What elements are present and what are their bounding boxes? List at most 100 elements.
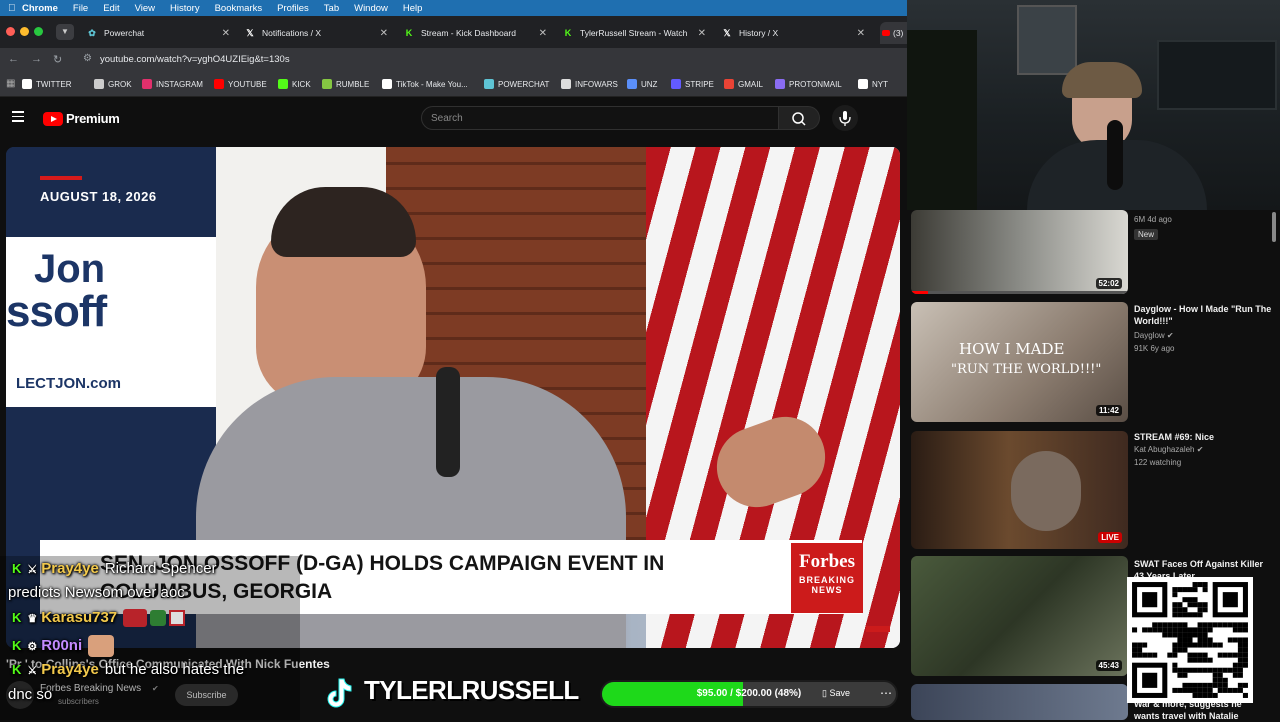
site-info-icon[interactable]: ⚙ [83,53,92,64]
tab-notifications-x[interactable]: 𝕏 Notifications / X ✕ [244,22,388,44]
youtube-brand[interactable]: Premium [66,111,120,126]
sign-text: Jon [34,247,106,291]
maximize-window-button[interactable] [34,27,43,36]
reload-icon[interactable]: ↻ [53,53,62,66]
bookmark-instagram[interactable]: INSTAGRAM [142,79,203,89]
stripe-icon [671,79,681,89]
thumbnail-text: "RUN THE WORLD!!!" [951,362,1102,377]
minimize-window-button[interactable] [20,27,29,36]
tab-powerchat[interactable]: ✿ Powerchat ✕ [86,22,230,44]
bookmark-twitter[interactable]: TWITTER [22,79,72,89]
bookmark-gmail[interactable]: GMAIL [724,79,763,89]
bookmark-label: RUMBLE [336,79,370,89]
video-thumbnail[interactable] [911,684,1128,720]
close-icon[interactable]: ✕ [539,28,547,39]
youtube-logo-icon[interactable] [43,112,63,126]
menu-profiles[interactable]: Profiles [277,3,309,14]
bookmark-label: POWERCHAT [498,79,550,89]
close-icon[interactable]: ✕ [698,28,706,39]
video-thumbnail[interactable]: HOW I MADE "RUN THE WORLD!!!" 11:42 [911,302,1128,422]
duration-badge: 11:42 [1095,405,1122,416]
bookmark-unz[interactable]: UNZ [627,79,657,89]
sign-url-text: LECTJON.com [16,375,122,392]
badge-icon: ⚙ [27,640,38,653]
video-thumbnail[interactable]: LIVE [911,431,1128,549]
bookmark-protonmail[interactable]: PROTONMAIL [775,79,842,89]
chat-text: predicts Newsom over aoc [8,584,185,601]
bookmark-stripe[interactable]: STRIPE [671,79,714,89]
kick-icon: K [12,637,22,653]
bookmark-label: TikTok - Make You... [396,79,468,89]
tab-youtube-active[interactable]: (3) [880,22,907,44]
nyt-icon [858,79,868,89]
grok-icon [94,79,104,89]
close-icon[interactable]: ✕ [380,28,388,39]
close-window-button[interactable] [6,27,15,36]
menu-history[interactable]: History [170,3,200,14]
tab-kick-dashboard[interactable]: K Stream - Kick Dashboard ✕ [403,22,547,44]
x-icon: 𝕏 [246,27,254,38]
bookmark-rumble[interactable]: RUMBLE [322,79,369,89]
chat-text: but he also hates the [104,661,245,678]
video-thumbnail[interactable]: 45:43 [911,556,1128,676]
tab-tylerrussell-stream[interactable]: K TylerRussell Stream - Watch L ✕ [562,22,706,44]
apple-icon[interactable]:  [8,3,22,14]
bookmark-label: YOUTUBE [228,79,267,89]
save-button[interactable]: ▯ Save [822,688,850,699]
thumbnail-text: HOW I MADE [959,340,1065,358]
url-field[interactable]: youtube.com/watch?v=yghO4UZIEig&t=130s [100,54,290,65]
video-thumbnail[interactable]: 52:02 [911,210,1128,294]
tab-label: History / X [739,28,779,38]
tab-label: Stream - Kick Dashboard [421,28,516,38]
bookmark-kick[interactable]: KICK [278,79,311,89]
menu-tab[interactable]: Tab [324,3,339,14]
bookmark-youtube[interactable]: YOUTUBE [214,79,267,89]
bookmark-infowars[interactable]: INFOWARS [561,79,618,89]
channel-label: Kat Abughazaleh [1134,445,1195,454]
duration-badge: 45:43 [1095,660,1122,671]
menu-chrome[interactable]: Chrome [22,3,58,14]
chat-username: Karasu737 [41,609,118,626]
chat-message: dnc so [8,686,52,703]
search-input[interactable]: Search [421,106,779,130]
x-icon: 𝕏 [723,27,731,38]
more-options-icon[interactable]: ⋯ [880,686,892,700]
menu-edit[interactable]: Edit [103,3,119,14]
back-icon[interactable]: ← [8,53,19,65]
forward-icon[interactable]: → [31,53,42,65]
plant [907,30,977,210]
video-title[interactable]: Dayglow - How I Made "Run The World!!!" [1134,303,1274,327]
video-title[interactable]: STREAM #69: Nice [1134,431,1274,443]
bookmark-powerchat[interactable]: POWERCHAT [484,79,549,89]
streamer-microphone [1107,120,1123,190]
bookmark-tiktok-make-you[interactable]: TikTok - Make You... [382,79,468,89]
bookmark-grok[interactable]: GROK [94,79,132,89]
menu-file[interactable]: File [73,3,88,14]
menu-help[interactable]: Help [403,3,423,14]
bookmark-label: STRIPE [685,79,714,89]
apps-grid-icon[interactable]: ▦ [6,78,15,89]
tab-label: TylerRussell Stream - Watch L [580,28,690,38]
tab-history-x[interactable]: 𝕏 History / X ✕ [721,22,865,44]
chat-text: Richard Spencer [104,560,217,577]
close-icon[interactable]: ✕ [222,28,230,39]
menu-view[interactable]: View [135,3,155,14]
search-button[interactable] [779,106,820,130]
youtube-icon [882,30,890,36]
kick-icon: K [564,28,572,38]
voice-search-button[interactable] [832,105,858,131]
menu-window[interactable]: Window [354,3,388,14]
menu-icon[interactable] [12,111,24,122]
webcam-feed [907,0,1280,210]
channel-name: Dayglow ✔ [1134,331,1174,340]
thumbnail-cat [1011,451,1081,531]
close-icon[interactable]: ✕ [857,28,865,39]
bookmark-nyt[interactable]: NYT [858,79,888,89]
menu-bookmarks[interactable]: Bookmarks [215,3,263,14]
tab-label: (3) [893,28,904,38]
tab-search-button[interactable]: ▼ [56,24,74,40]
kick-icon [278,79,288,89]
goal-text: $95.00 / $200.00 (48%) [696,688,802,699]
emote-icon [169,610,186,627]
scrollbar[interactable] [1272,212,1276,242]
